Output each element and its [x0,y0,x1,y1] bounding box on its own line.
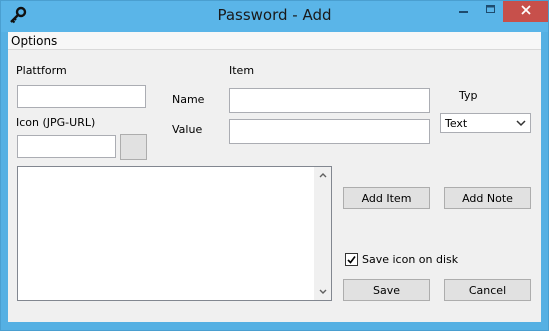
add-note-button[interactable]: Add Note [444,187,531,209]
icon-url-label: Icon (JPG-URL) [16,116,96,129]
typ-select[interactable]: Text [440,113,531,133]
password-add-window: Password - Add Options Plattform Icon (J… [0,0,549,331]
save-icon-checkbox[interactable] [345,253,358,266]
notes-textarea[interactable] [17,166,332,301]
name-label: Name [172,93,205,106]
icon-preview-button[interactable] [120,134,147,160]
save-button[interactable]: Save [343,279,430,301]
plattform-label: Plattform [16,64,67,77]
typ-selected-value: Text [445,117,468,130]
scroll-down-arrow-icon[interactable] [315,284,331,300]
minimize-button[interactable] [450,1,477,22]
client-area: Options Plattform Icon (JPG-URL) Item Na… [8,32,541,322]
value-label: Value [172,123,203,136]
icon-url-input[interactable] [17,135,116,158]
close-button[interactable] [503,1,548,22]
maximize-icon [485,5,496,18]
notes-scrollbar[interactable] [314,167,331,300]
maximize-button[interactable] [477,1,504,22]
chevron-down-icon [516,118,526,128]
typ-label: Typ [459,89,478,102]
menu-options[interactable]: Options [11,34,57,48]
plattform-input[interactable] [17,85,146,108]
menu-bar: Options [8,32,541,50]
cancel-button[interactable]: Cancel [444,279,531,301]
scroll-up-arrow-icon[interactable] [315,167,331,183]
add-item-button[interactable]: Add Item [343,187,430,209]
minimize-icon [458,5,469,18]
title-bar[interactable]: Password - Add [1,1,548,32]
value-input[interactable] [229,119,430,144]
save-icon-label: Save icon on disk [362,253,459,266]
close-icon [520,5,531,18]
item-label: Item [229,64,255,77]
name-input[interactable] [229,88,430,113]
